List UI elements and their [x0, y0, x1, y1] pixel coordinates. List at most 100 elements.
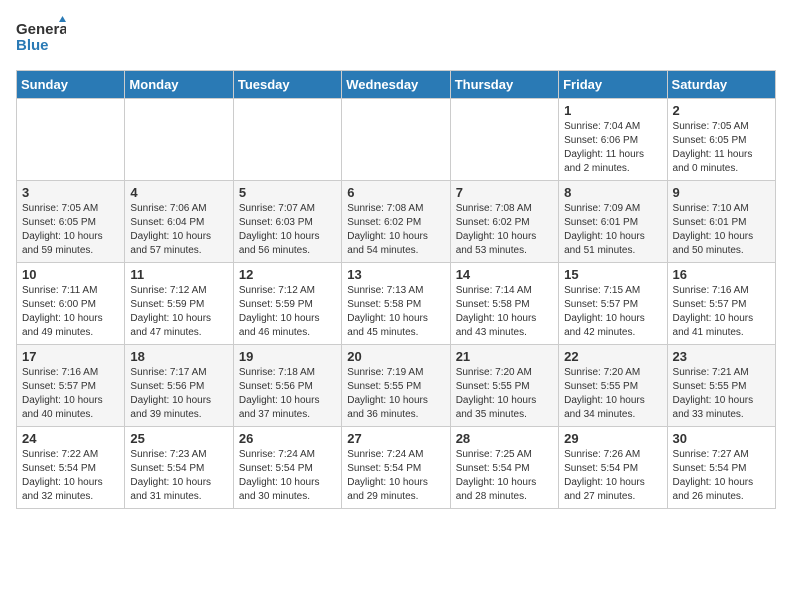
day-info: Sunrise: 7:11 AM Sunset: 6:00 PM Dayligh… [22, 284, 119, 340]
day-number: 26 [239, 431, 336, 446]
day-info: Sunrise: 7:27 AM Sunset: 5:54 PM Dayligh… [673, 448, 770, 504]
day-number: 20 [347, 349, 444, 364]
col-header-monday: Monday [125, 71, 233, 99]
calendar-cell: 13 Sunrise: 7:13 AM Sunset: 5:58 PM Dayli… [342, 263, 450, 345]
day-number: 16 [673, 267, 770, 282]
day-info: Sunrise: 7:04 AM Sunset: 6:06 PM Dayligh… [564, 120, 661, 176]
calendar-cell: 9 Sunrise: 7:10 AM Sunset: 6:01 PM Daylig… [667, 181, 775, 263]
day-info: Sunrise: 7:20 AM Sunset: 5:55 PM Dayligh… [456, 366, 553, 422]
calendar-cell: 5Sunrise: 7:07 AM Sunset: 6:03 PM Daylig… [233, 181, 341, 263]
day-number: 25 [130, 431, 227, 446]
calendar-cell: 18 Sunrise: 7:17 AM Sunset: 5:56 PM Dayli… [125, 345, 233, 427]
calendar-week-4: 17 Sunrise: 7:16 AM Sunset: 5:57 PM Dayli… [17, 345, 776, 427]
day-info: Sunrise: 7:22 AM Sunset: 5:54 PM Dayligh… [22, 448, 119, 504]
day-number: 28 [456, 431, 553, 446]
col-header-saturday: Saturday [667, 71, 775, 99]
calendar-cell: 12 Sunrise: 7:12 AM Sunset: 5:59 PM Dayli… [233, 263, 341, 345]
day-info: Sunrise: 7:10 AM Sunset: 6:01 PM Dayligh… [673, 202, 770, 258]
day-number: 6 [347, 185, 444, 200]
day-info: Sunrise: 7:14 AM Sunset: 5:58 PM Dayligh… [456, 284, 553, 340]
calendar-cell [342, 99, 450, 181]
day-info: Sunrise: 7:05 AM Sunset: 6:05 PM Dayligh… [22, 202, 119, 258]
day-number: 2 [673, 103, 770, 118]
day-number: 23 [673, 349, 770, 364]
calendar-table: SundayMondayTuesdayWednesdayThursdayFrid… [16, 70, 776, 509]
day-number: 11 [130, 267, 227, 282]
calendar-cell: 2 Sunrise: 7:05 AM Sunset: 6:05 PM Daylig… [667, 99, 775, 181]
day-number: 4 [130, 185, 227, 200]
logo: General Blue [16, 16, 66, 58]
day-info: Sunrise: 7:12 AM Sunset: 5:59 PM Dayligh… [239, 284, 336, 340]
col-header-wednesday: Wednesday [342, 71, 450, 99]
calendar-cell [233, 99, 341, 181]
day-number: 1 [564, 103, 661, 118]
day-info: Sunrise: 7:09 AM Sunset: 6:01 PM Dayligh… [564, 202, 661, 258]
day-info: Sunrise: 7:20 AM Sunset: 5:55 PM Dayligh… [564, 366, 661, 422]
calendar-cell: 19Sunrise: 7:18 AM Sunset: 5:56 PM Dayli… [233, 345, 341, 427]
day-info: Sunrise: 7:15 AM Sunset: 5:57 PM Dayligh… [564, 284, 661, 340]
calendar-cell: 29Sunrise: 7:26 AM Sunset: 5:54 PM Dayli… [559, 427, 667, 509]
logo-svg: General Blue [16, 16, 66, 58]
day-info: Sunrise: 7:25 AM Sunset: 5:54 PM Dayligh… [456, 448, 553, 504]
calendar-cell: 11 Sunrise: 7:12 AM Sunset: 5:59 PM Dayli… [125, 263, 233, 345]
day-info: Sunrise: 7:16 AM Sunset: 5:57 PM Dayligh… [22, 366, 119, 422]
day-info: Sunrise: 7:23 AM Sunset: 5:54 PM Dayligh… [130, 448, 227, 504]
calendar-header-row: SundayMondayTuesdayWednesdayThursdayFrid… [17, 71, 776, 99]
day-number: 5 [239, 185, 336, 200]
day-info: Sunrise: 7:17 AM Sunset: 5:56 PM Dayligh… [130, 366, 227, 422]
day-info: Sunrise: 7:08 AM Sunset: 6:02 PM Dayligh… [347, 202, 444, 258]
calendar-cell: 17 Sunrise: 7:16 AM Sunset: 5:57 PM Dayli… [17, 345, 125, 427]
calendar-cell: 10 Sunrise: 7:11 AM Sunset: 6:00 PM Dayli… [17, 263, 125, 345]
calendar-week-1: 1 Sunrise: 7:04 AM Sunset: 6:06 PM Daylig… [17, 99, 776, 181]
calendar-week-2: 3 Sunrise: 7:05 AM Sunset: 6:05 PM Daylig… [17, 181, 776, 263]
day-info: Sunrise: 7:21 AM Sunset: 5:55 PM Dayligh… [673, 366, 770, 422]
day-info: Sunrise: 7:19 AM Sunset: 5:55 PM Dayligh… [347, 366, 444, 422]
day-number: 9 [673, 185, 770, 200]
calendar-week-5: 24Sunrise: 7:22 AM Sunset: 5:54 PM Dayli… [17, 427, 776, 509]
day-number: 7 [456, 185, 553, 200]
calendar-cell: 15 Sunrise: 7:15 AM Sunset: 5:57 PM Dayli… [559, 263, 667, 345]
day-info: Sunrise: 7:05 AM Sunset: 6:05 PM Dayligh… [673, 120, 770, 176]
col-header-tuesday: Tuesday [233, 71, 341, 99]
col-header-friday: Friday [559, 71, 667, 99]
calendar-cell: 4Sunrise: 7:06 AM Sunset: 6:04 PM Daylig… [125, 181, 233, 263]
day-info: Sunrise: 7:13 AM Sunset: 5:58 PM Dayligh… [347, 284, 444, 340]
svg-text:General: General [16, 21, 66, 38]
day-info: Sunrise: 7:24 AM Sunset: 5:54 PM Dayligh… [239, 448, 336, 504]
day-number: 19 [239, 349, 336, 364]
calendar-cell: 30 Sunrise: 7:27 AM Sunset: 5:54 PM Dayli… [667, 427, 775, 509]
day-number: 18 [130, 349, 227, 364]
day-number: 21 [456, 349, 553, 364]
calendar-cell: 6 Sunrise: 7:08 AM Sunset: 6:02 PM Daylig… [342, 181, 450, 263]
day-info: Sunrise: 7:24 AM Sunset: 5:54 PM Dayligh… [347, 448, 444, 504]
day-number: 10 [22, 267, 119, 282]
day-info: Sunrise: 7:12 AM Sunset: 5:59 PM Dayligh… [130, 284, 227, 340]
day-number: 14 [456, 267, 553, 282]
calendar-cell: 26 Sunrise: 7:24 AM Sunset: 5:54 PM Dayli… [233, 427, 341, 509]
calendar-cell: 25 Sunrise: 7:23 AM Sunset: 5:54 PM Dayli… [125, 427, 233, 509]
day-number: 27 [347, 431, 444, 446]
calendar-cell: 3 Sunrise: 7:05 AM Sunset: 6:05 PM Daylig… [17, 181, 125, 263]
day-number: 15 [564, 267, 661, 282]
calendar-cell: 23 Sunrise: 7:21 AM Sunset: 5:55 PM Dayli… [667, 345, 775, 427]
day-number: 3 [22, 185, 119, 200]
calendar-cell: 1 Sunrise: 7:04 AM Sunset: 6:06 PM Daylig… [559, 99, 667, 181]
calendar-cell: 28 Sunrise: 7:25 AM Sunset: 5:54 PM Dayli… [450, 427, 558, 509]
day-info: Sunrise: 7:26 AM Sunset: 5:54 PM Dayligh… [564, 448, 661, 504]
calendar-cell: 20 Sunrise: 7:19 AM Sunset: 5:55 PM Dayli… [342, 345, 450, 427]
day-number: 30 [673, 431, 770, 446]
day-info: Sunrise: 7:16 AM Sunset: 5:57 PM Dayligh… [673, 284, 770, 340]
day-number: 17 [22, 349, 119, 364]
calendar-cell [125, 99, 233, 181]
day-number: 13 [347, 267, 444, 282]
calendar-cell: 24Sunrise: 7:22 AM Sunset: 5:54 PM Dayli… [17, 427, 125, 509]
calendar-week-3: 10 Sunrise: 7:11 AM Sunset: 6:00 PM Dayli… [17, 263, 776, 345]
calendar-cell: 16 Sunrise: 7:16 AM Sunset: 5:57 PM Dayli… [667, 263, 775, 345]
calendar-cell: 8Sunrise: 7:09 AM Sunset: 6:01 PM Daylig… [559, 181, 667, 263]
day-number: 12 [239, 267, 336, 282]
svg-text:Blue: Blue [16, 37, 49, 54]
calendar-cell [450, 99, 558, 181]
calendar-cell: 27 Sunrise: 7:24 AM Sunset: 5:54 PM Dayli… [342, 427, 450, 509]
col-header-thursday: Thursday [450, 71, 558, 99]
page-header: General Blue [16, 16, 776, 58]
